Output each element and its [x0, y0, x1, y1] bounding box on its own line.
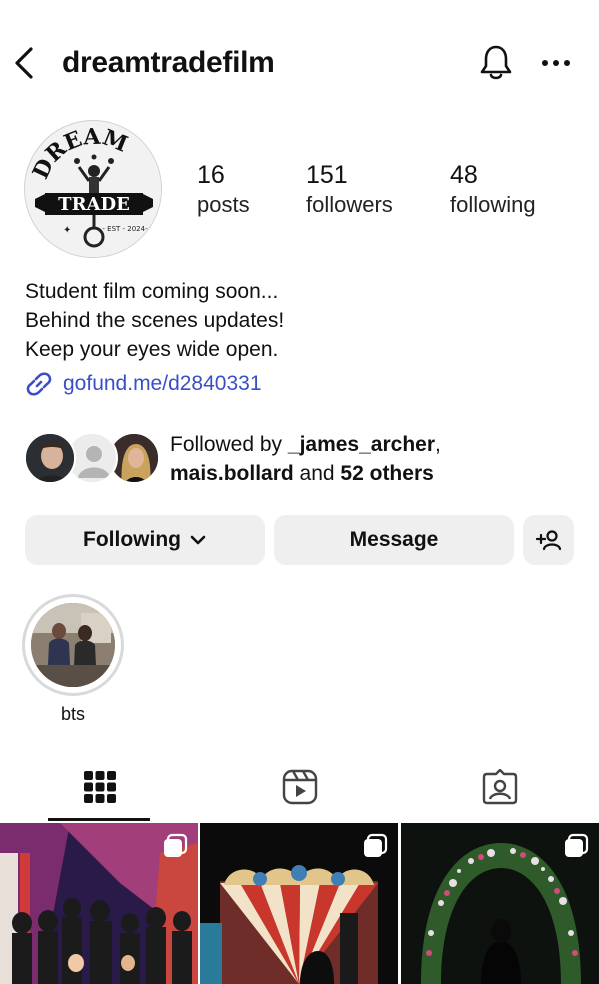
followed-by[interactable]: Followed by _james_archer, mais.bollard …: [24, 430, 584, 488]
link-icon: [26, 372, 52, 396]
following-stat[interactable]: 48 following: [450, 160, 536, 220]
bio-line: Student film coming soon...: [25, 280, 279, 303]
followers-stat[interactable]: 151 followers: [306, 160, 393, 220]
reels-icon: [282, 769, 318, 805]
profile-avatar[interactable]: DREAM TRADE - EST - 2024- ✦: [24, 120, 162, 258]
tagged-icon: [482, 769, 518, 805]
post-thumbnail[interactable]: [0, 823, 198, 984]
highlight-label: bts: [60, 704, 85, 724]
highlight-cover: [31, 603, 115, 687]
chevron-left-icon: [15, 47, 33, 79]
posts-stat[interactable]: 16 posts: [197, 160, 250, 220]
back-button[interactable]: [10, 44, 38, 82]
follower-avatar: [24, 432, 76, 484]
svg-text:✦: ✦: [63, 225, 71, 236]
followers-count: 151: [306, 161, 348, 189]
profile-tabs: [0, 752, 599, 822]
following-button-label: Following: [83, 528, 181, 551]
following-label: following: [450, 192, 536, 217]
followers-label: followers: [306, 192, 393, 217]
tab-posts-grid[interactable]: [0, 752, 200, 822]
profile-header: dreamtradefilm: [0, 30, 599, 96]
posts-count: 16: [197, 161, 225, 189]
multiple-photos-icon: [565, 833, 589, 857]
others-count: 52 others: [340, 462, 434, 485]
add-person-icon: [535, 530, 561, 551]
follower-username: mais.bollard: [170, 462, 294, 485]
notifications-button[interactable]: [476, 42, 516, 84]
followed-by-text: Followed by _james_archer, mais.bollard …: [170, 433, 441, 485]
profile-username: dreamtradefilm: [62, 46, 275, 79]
bio-line: Behind the scenes updates!: [25, 309, 285, 332]
bio-line: Keep your eyes wide open.: [25, 338, 279, 361]
grid-icon: [84, 771, 116, 803]
story-highlight[interactable]: [22, 594, 124, 696]
tab-tagged[interactable]: [400, 752, 599, 822]
post-thumbnail[interactable]: [200, 823, 398, 984]
posts-label: posts: [197, 192, 250, 217]
tab-reels[interactable]: [200, 752, 400, 822]
dream-trade-logo: DREAM TRADE - EST - 2024- ✦: [25, 121, 161, 257]
ellipsis-icon: [542, 60, 570, 66]
bio-link-text[interactable]: gofund.me/d2840331: [63, 372, 262, 396]
posts-grid: [0, 823, 599, 984]
message-button[interactable]: Message: [274, 515, 514, 565]
profile-bio: Student film coming soon... Behind the s…: [25, 277, 284, 364]
following-count: 48: [450, 161, 478, 189]
more-options-button[interactable]: [536, 48, 576, 78]
multiple-photos-icon: [364, 833, 388, 857]
bio-link[interactable]: gofund.me/d2840331: [25, 370, 262, 398]
svg-text:- EST - 2024-: - EST - 2024-: [102, 225, 148, 233]
follower-username: _james_archer: [287, 433, 436, 456]
active-tab-indicator: [48, 818, 150, 821]
suggested-users-button[interactable]: [523, 515, 574, 565]
svg-text:TRADE: TRADE: [58, 194, 130, 215]
post-thumbnail[interactable]: [401, 823, 599, 984]
bell-icon: [480, 45, 512, 80]
message-button-label: Message: [349, 528, 439, 551]
multiple-photos-icon: [164, 833, 188, 857]
chevron-down-icon: [190, 535, 206, 545]
following-button[interactable]: Following: [25, 515, 265, 565]
